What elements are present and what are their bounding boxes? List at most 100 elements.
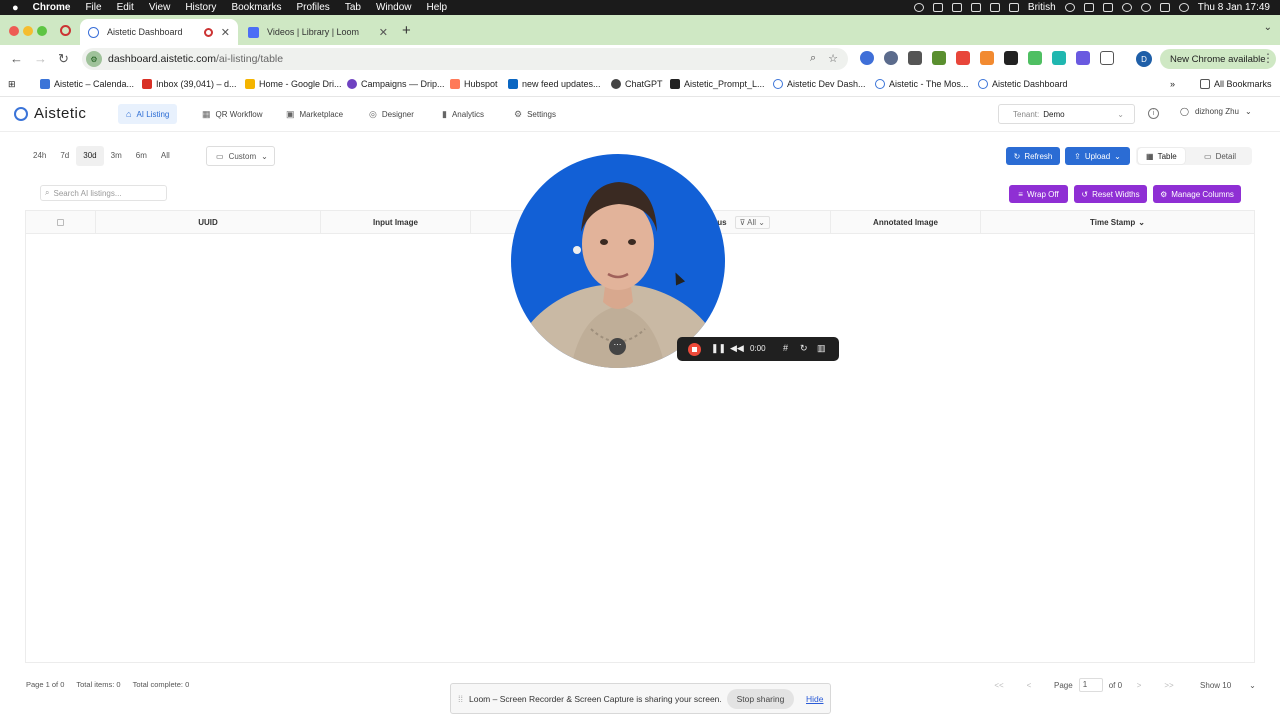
bookmark-item[interactable]: Aistetic_Prompt_L... xyxy=(670,79,765,89)
tab-search-chevron-icon[interactable]: ⌄ xyxy=(1264,22,1272,33)
nav-designer[interactable]: ◎ Designer xyxy=(361,104,422,124)
keyboard-flag-icon[interactable] xyxy=(1008,3,1019,12)
grid-icon[interactable]: # xyxy=(783,343,788,353)
view-detail-button[interactable]: ▭ Detail xyxy=(1196,148,1244,164)
tab-aistetic-dashboard[interactable]: Aistetic Dashboard ✕ xyxy=(80,19,238,45)
page-number-input[interactable]: 1 xyxy=(1078,678,1103,692)
rewind-icon[interactable]: ◀◀ xyxy=(730,343,744,354)
range-6m[interactable]: 6m xyxy=(129,146,154,166)
column-input-image[interactable]: Input Image xyxy=(321,211,471,234)
extension-icon[interactable] xyxy=(1028,51,1042,65)
menu-tab[interactable]: Tab xyxy=(345,2,361,13)
apple-icon[interactable]: ● xyxy=(12,2,19,14)
tenant-select[interactable]: Tenant: Demo ⌄ xyxy=(998,104,1135,124)
apps-grid-icon[interactable]: ⊞ xyxy=(8,79,16,90)
all-bookmarks[interactable]: All Bookmarks xyxy=(1200,79,1272,89)
range-24h[interactable]: 24h xyxy=(26,146,53,166)
site-info-icon[interactable]: ⚙ xyxy=(86,51,102,67)
pause-icon[interactable]: ❚❚ xyxy=(711,343,726,354)
display-icon[interactable] xyxy=(989,3,1000,12)
profile-avatar[interactable]: D xyxy=(1136,51,1152,67)
back-arrow-icon[interactable]: ← xyxy=(10,51,23,66)
trash-icon[interactable]: ▥ xyxy=(817,343,826,354)
nav-qr-workflow[interactable]: ▦ QR Workflow xyxy=(194,104,270,124)
more-options-icon[interactable]: ⋯ xyxy=(609,338,626,355)
first-page-button[interactable]: << xyxy=(988,681,1010,690)
wifi-icon[interactable] xyxy=(1121,3,1132,12)
bookmark-item[interactable]: new feed updates... xyxy=(508,79,601,89)
nav-ai-listing[interactable]: ⌂ AI Listing xyxy=(118,104,178,124)
new-chrome-available-button[interactable]: New Chrome available xyxy=(1160,49,1276,69)
reset-widths-button[interactable]: ↺ Reset Widths xyxy=(1074,185,1147,203)
battery-icon[interactable] xyxy=(1102,3,1113,12)
extension-icon[interactable] xyxy=(908,51,922,65)
close-window-button[interactable] xyxy=(9,26,19,36)
bookmark-item[interactable]: Aistetic – Calenda... xyxy=(40,79,134,89)
extension-icon[interactable] xyxy=(932,51,946,65)
range-30d[interactable]: 30d xyxy=(76,146,104,166)
pen-extension-icon[interactable] xyxy=(980,51,994,65)
control-center-icon[interactable] xyxy=(1159,3,1170,12)
next-page-button[interactable]: > xyxy=(1128,681,1150,690)
close-tab-icon[interactable]: ✕ xyxy=(379,26,388,39)
page-size-select[interactable]: Show 10 ⌄ xyxy=(1200,677,1262,693)
screen-record-icon[interactable] xyxy=(932,3,943,12)
chrome-menu-icon[interactable]: ⋮ xyxy=(1262,51,1274,65)
range-7d[interactable]: 7d xyxy=(53,146,76,166)
last-page-button[interactable]: >> xyxy=(1158,681,1180,690)
close-tab-icon[interactable]: ✕ xyxy=(221,26,230,39)
menu-chrome[interactable]: Chrome xyxy=(33,2,71,13)
nav-settings[interactable]: ⚙ Settings xyxy=(506,104,564,124)
siri-icon[interactable] xyxy=(1178,3,1189,12)
custom-range-button[interactable]: ▭ Custom ⌄ xyxy=(206,146,275,166)
user-menu[interactable]: ◯ dizhong Zhu ⌄ xyxy=(1180,107,1252,116)
extension-icon[interactable] xyxy=(1052,51,1066,65)
aistetic-logo[interactable]: Aistetic xyxy=(14,105,86,122)
loom-camera-bubble[interactable]: ⋯ xyxy=(511,154,725,368)
column-annotated-image[interactable]: Annotated Image xyxy=(831,211,981,234)
drive-icon[interactable] xyxy=(970,3,981,12)
url-text[interactable]: dashboard.aistetic.com/ai-listing/table xyxy=(108,53,283,65)
reload-icon[interactable]: ↻ xyxy=(58,51,69,67)
menu-profiles[interactable]: Profiles xyxy=(296,2,329,13)
bookmark-item[interactable]: ChatGPT xyxy=(611,79,663,89)
spotlight-search-icon[interactable] xyxy=(1140,3,1151,12)
extension-icon[interactable] xyxy=(956,51,970,65)
bookmark-item[interactable]: Campaigns — Drip... xyxy=(347,79,445,89)
restart-icon[interactable]: ↻ xyxy=(800,343,808,354)
menu-help[interactable]: Help xyxy=(427,2,448,13)
prev-page-button[interactable]: < xyxy=(1018,681,1040,690)
column-time-stamp[interactable]: Time Stamp ⌄ xyxy=(981,211,1254,234)
bookmark-item[interactable]: Hubspot xyxy=(450,79,498,89)
extension-icon[interactable] xyxy=(1004,51,1018,65)
extension-icon[interactable] xyxy=(1076,51,1090,65)
range-all[interactable]: All xyxy=(154,146,177,166)
bookmark-item[interactable]: Inbox (39,041) – d... xyxy=(142,79,237,89)
view-table-button[interactable]: ▦ Table xyxy=(1138,148,1185,164)
puzzle-extensions-icon[interactable] xyxy=(1100,51,1114,65)
headphones-icon[interactable] xyxy=(1064,3,1075,12)
menu-edit[interactable]: Edit xyxy=(117,2,134,13)
hide-link[interactable]: Hide xyxy=(806,694,823,704)
zoom-icon[interactable] xyxy=(913,3,924,12)
search-input[interactable]: ⌕ Search AI listings... xyxy=(40,185,167,201)
address-bar[interactable]: ⚙ dashboard.aistetic.com/ai-listing/tabl… xyxy=(82,48,848,70)
bookmarks-overflow-icon[interactable]: » xyxy=(1170,79,1175,89)
info-icon[interactable]: i xyxy=(1148,108,1159,119)
bookmark-item[interactable]: Aistetic Dashboard xyxy=(978,79,1068,89)
menu-window[interactable]: Window xyxy=(376,2,412,13)
menu-file[interactable]: File xyxy=(85,2,101,13)
nav-analytics[interactable]: ▮ Analytics xyxy=(434,104,492,124)
drag-handle-icon[interactable]: ⁞⁞ xyxy=(458,694,463,704)
select-all-checkbox[interactable] xyxy=(57,219,64,226)
bookmark-item[interactable]: Home - Google Dri... xyxy=(245,79,342,89)
menu-history[interactable]: History xyxy=(185,2,216,13)
keyboard-layout[interactable]: British xyxy=(1028,2,1056,13)
stop-recording-button[interactable] xyxy=(688,342,701,356)
forward-arrow-icon[interactable]: → xyxy=(34,51,47,66)
stop-sharing-button[interactable]: Stop sharing xyxy=(727,689,794,709)
zoom-extension-icon[interactable] xyxy=(860,51,874,65)
bookmark-star-icon[interactable]: ☆ xyxy=(828,52,838,65)
cloud-icon[interactable] xyxy=(951,3,962,12)
new-tab-button[interactable]: + xyxy=(402,22,411,39)
